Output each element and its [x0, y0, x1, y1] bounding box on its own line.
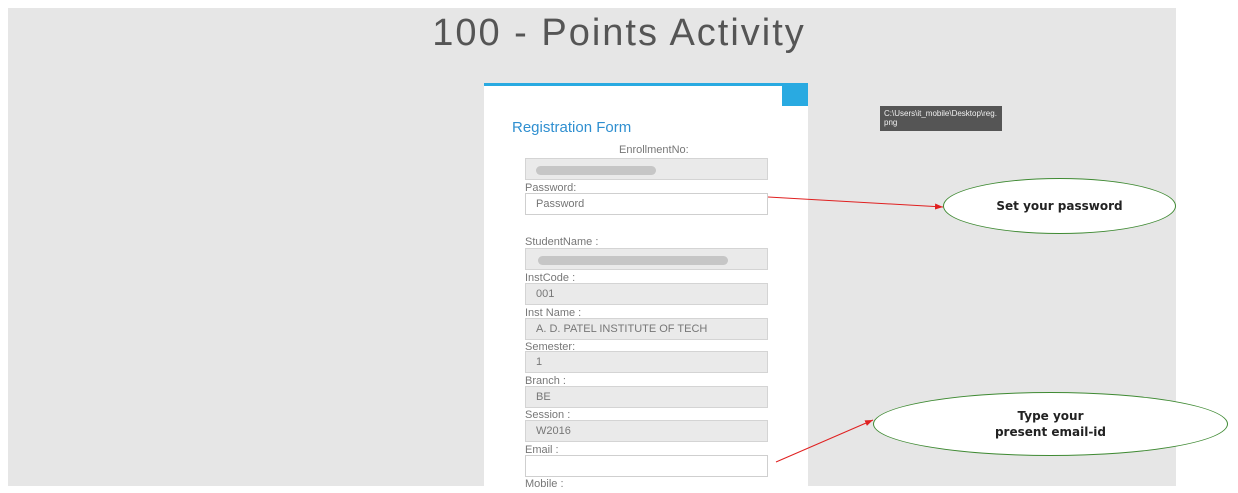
password-callout: Set your password [943, 178, 1176, 234]
email-callout: Type your present email-id [873, 392, 1228, 456]
email-arrow [775, 419, 874, 463]
password-arrow [767, 196, 944, 210]
